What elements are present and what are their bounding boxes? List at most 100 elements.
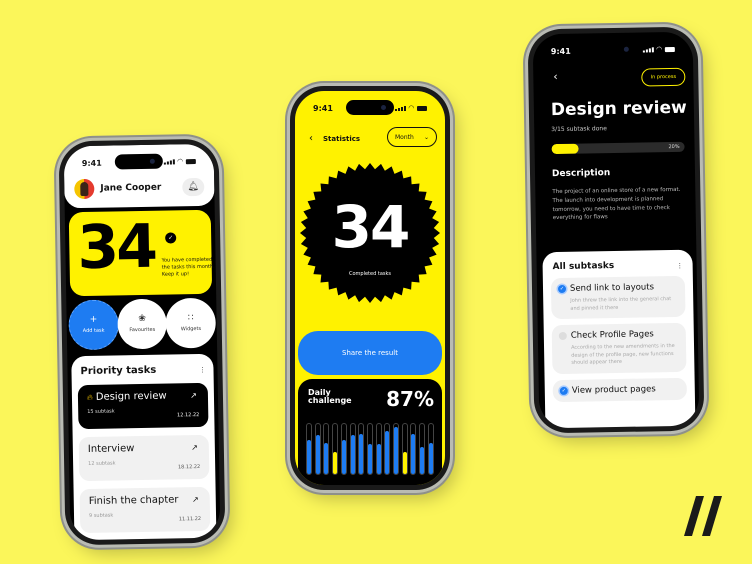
avatar[interactable] xyxy=(74,178,95,200)
widgets-button[interactable]: ∷ Widgets xyxy=(165,297,217,349)
bar-track xyxy=(410,423,417,475)
description-text: The project of an online store of a new … xyxy=(552,186,681,222)
bell-icon: 🔔︎ xyxy=(187,181,200,193)
dynamic-island xyxy=(346,100,394,115)
subtask-title: Check Profile Pages xyxy=(570,329,654,341)
wifi-icon: ◠ xyxy=(408,104,414,112)
task-card[interactable]: 🔥︎ Design review 15 subtask ↗ 12.12.22 xyxy=(77,382,209,430)
bar-7 xyxy=(359,434,364,474)
task-title: Design review xyxy=(95,390,167,403)
bar-13 xyxy=(411,434,416,474)
signal-icon xyxy=(163,158,175,165)
progress-label: 20% xyxy=(668,143,680,151)
bar-2 xyxy=(315,435,320,474)
open-arrow-icon[interactable]: ↗ xyxy=(190,391,197,400)
description-heading: Description xyxy=(551,168,611,180)
battery-icon xyxy=(664,46,675,52)
bar-4 xyxy=(333,451,338,474)
add-task-button[interactable]: + Add task xyxy=(68,299,119,351)
subtask-item[interactable]: ✓ Send link to layouts John threw the lin… xyxy=(550,275,686,320)
bar-track xyxy=(393,423,400,475)
bar-track xyxy=(401,423,408,475)
favourites-icon: ❀ xyxy=(138,313,146,325)
share-result-button[interactable]: Share the result xyxy=(298,331,442,375)
bar-track xyxy=(314,423,321,475)
bar-11 xyxy=(394,426,399,474)
task-date: 11.11.22 xyxy=(178,515,202,523)
bar-9 xyxy=(376,444,381,474)
fire-icon: 🔥︎ xyxy=(86,392,93,402)
status-time: 9:41 xyxy=(550,46,571,56)
bar-track xyxy=(358,423,365,475)
bar-track xyxy=(340,423,347,475)
dynamic-island xyxy=(588,41,637,58)
notifications-button[interactable]: 🔔︎ xyxy=(182,177,205,197)
task-title: Interview xyxy=(87,443,135,455)
checked-icon[interactable]: ✓ xyxy=(557,284,567,294)
bar-track xyxy=(427,423,434,475)
task-date: 18.12.22 xyxy=(177,464,201,471)
completed-count: 34 xyxy=(331,193,411,261)
favourites-label: Favourites xyxy=(129,326,156,334)
completed-summary-card: 34 ✓ You have completed the tasks this m… xyxy=(68,209,215,297)
bar-12 xyxy=(402,451,407,474)
status-time: 9:41 xyxy=(81,158,102,168)
priority-tasks-panel: Priority tasks ⫶ 🔥︎ Design review 15 subt… xyxy=(71,353,217,541)
open-arrow-icon[interactable]: ↗ xyxy=(192,495,199,504)
filter-icon[interactable]: ⫶ xyxy=(679,262,681,272)
bar-5 xyxy=(341,440,346,474)
challenge-label-line2: challenge xyxy=(308,396,352,406)
bar-track xyxy=(366,423,373,475)
completed-count: 34 xyxy=(76,211,156,284)
bar-6 xyxy=(350,435,355,474)
subtasks-heading: All subtasks xyxy=(552,261,615,273)
dynamic-island xyxy=(114,153,163,170)
checked-icon[interactable]: ✓ xyxy=(559,386,568,395)
widgets-icon: ∷ xyxy=(187,313,194,324)
bar-10 xyxy=(385,430,390,474)
subtask-title: Send link to layouts xyxy=(569,282,655,294)
back-chevron-icon[interactable]: ‹ xyxy=(309,133,313,144)
status-time: 9:41 xyxy=(313,103,333,113)
daily-challenge-card: Daily challenge 87% xyxy=(298,379,442,485)
filter-icon[interactable]: ⫶ xyxy=(201,366,203,376)
battery-icon xyxy=(417,105,427,111)
unchecked-icon[interactable] xyxy=(558,331,567,341)
wifi-icon: ◠ xyxy=(177,157,183,166)
completed-note: You have completed the tasks this month.… xyxy=(161,256,215,278)
completed-label: Completed tasks xyxy=(349,271,391,277)
task-card[interactable]: Interview 12 subtask ↗ 18.12.22 xyxy=(78,434,210,482)
back-chevron-icon[interactable]: ‹ xyxy=(553,70,558,83)
bar-track xyxy=(349,423,356,475)
period-select[interactable]: Month ⌄ xyxy=(387,127,437,147)
task-title: Finish the chapter xyxy=(88,494,179,507)
status-badge[interactable]: In process xyxy=(641,67,686,87)
chevron-down-icon: ⌄ xyxy=(423,133,429,141)
signal-icon xyxy=(642,46,654,53)
progress-bar: 20% xyxy=(551,141,685,155)
bar-14 xyxy=(420,446,425,474)
bar-track xyxy=(332,423,339,475)
signal-icon xyxy=(394,105,406,111)
wifi-icon: ◠ xyxy=(656,45,662,54)
subtasks-panel: All subtasks ⫶ ✓ Send link to layouts Joh… xyxy=(542,249,696,429)
subtask-title: View product pages xyxy=(571,383,656,396)
phone-home-screen: 9:41 ◠ Jane Cooper 🔔︎ 34 ✓ You have comp… xyxy=(58,138,226,546)
screen-title: Statistics xyxy=(323,135,361,143)
progress-fill xyxy=(551,143,579,155)
user-name: Jane Cooper xyxy=(100,182,162,194)
bar-track xyxy=(384,423,391,475)
brand-logo-icon xyxy=(684,496,722,536)
subtask-item[interactable]: Check Profile Pages According to the new… xyxy=(551,322,687,374)
subtask-item[interactable]: ✓ View product pages xyxy=(552,377,687,402)
bar-3 xyxy=(324,442,329,474)
task-card[interactable]: Finish the chapter 9 subtask ↗ 11.11.22 xyxy=(79,486,211,534)
challenge-bar-chart xyxy=(306,423,434,475)
open-arrow-icon[interactable]: ↗ xyxy=(191,443,198,452)
priority-title: Priority tasks xyxy=(80,364,157,378)
period-value: Month xyxy=(395,133,414,141)
phone-statistics-screen: 9:41 ◠ ‹ Statistics Month ⌄ 34 Completed … xyxy=(290,86,450,490)
favourites-button[interactable]: ❀ Favourites xyxy=(116,298,168,350)
bar-track xyxy=(323,423,330,475)
task-date: 12.12.22 xyxy=(176,412,200,419)
